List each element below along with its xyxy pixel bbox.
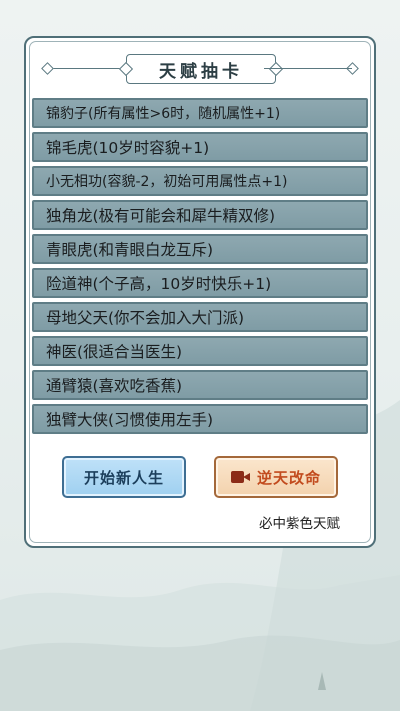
reverse-fate-label: 逆天改命 <box>256 468 321 487</box>
talent-list: 锦豹子(所有属性>6时，随机属性+1) 锦毛虎(10岁时容貌+1) 小无相功(容… <box>32 98 368 438</box>
reverse-fate-button[interactable]: 逆天改命 <box>214 456 338 498</box>
talent-card[interactable]: 锦豹子(所有属性>6时，随机属性+1) <box>32 98 368 128</box>
title-line-right <box>264 68 352 69</box>
talent-card[interactable]: 青眼虎(和青眼白龙互斥) <box>32 234 368 264</box>
panel-title: 天赋抽卡 <box>126 54 276 84</box>
guaranteed-purple-note: 必中紫色天赋 <box>259 516 340 532</box>
talent-card[interactable]: 险道神(个子高，10岁时快乐+1) <box>32 268 368 298</box>
talent-card[interactable]: 锦毛虎(10岁时容貌+1) <box>32 132 368 162</box>
start-new-life-label: 开始新人生 <box>83 468 164 487</box>
talent-card[interactable]: 小无相功(容貌-2，初始可用属性点+1) <box>32 166 368 196</box>
title-ornament-left <box>41 62 54 75</box>
talent-draw-panel: 天赋抽卡 锦豹子(所有属性>6时，随机属性+1) 锦毛虎(10岁时容貌+1) 小… <box>24 36 376 548</box>
panel-header: 天赋抽卡 <box>26 48 374 88</box>
talent-card[interactable]: 通臂猿(喜欢吃香蕉) <box>32 370 368 400</box>
talent-card[interactable]: 神医(很适合当医生) <box>32 336 368 366</box>
talent-card[interactable]: 独臂大侠(习惯使用左手) <box>32 404 368 434</box>
talent-card[interactable]: 母地父天(你不会加入大门派) <box>32 302 368 332</box>
start-new-life-button[interactable]: 开始新人生 <box>62 456 186 498</box>
video-camera-icon <box>230 470 251 484</box>
talent-card[interactable]: 独角龙(极有可能会和犀牛精双修) <box>32 200 368 230</box>
